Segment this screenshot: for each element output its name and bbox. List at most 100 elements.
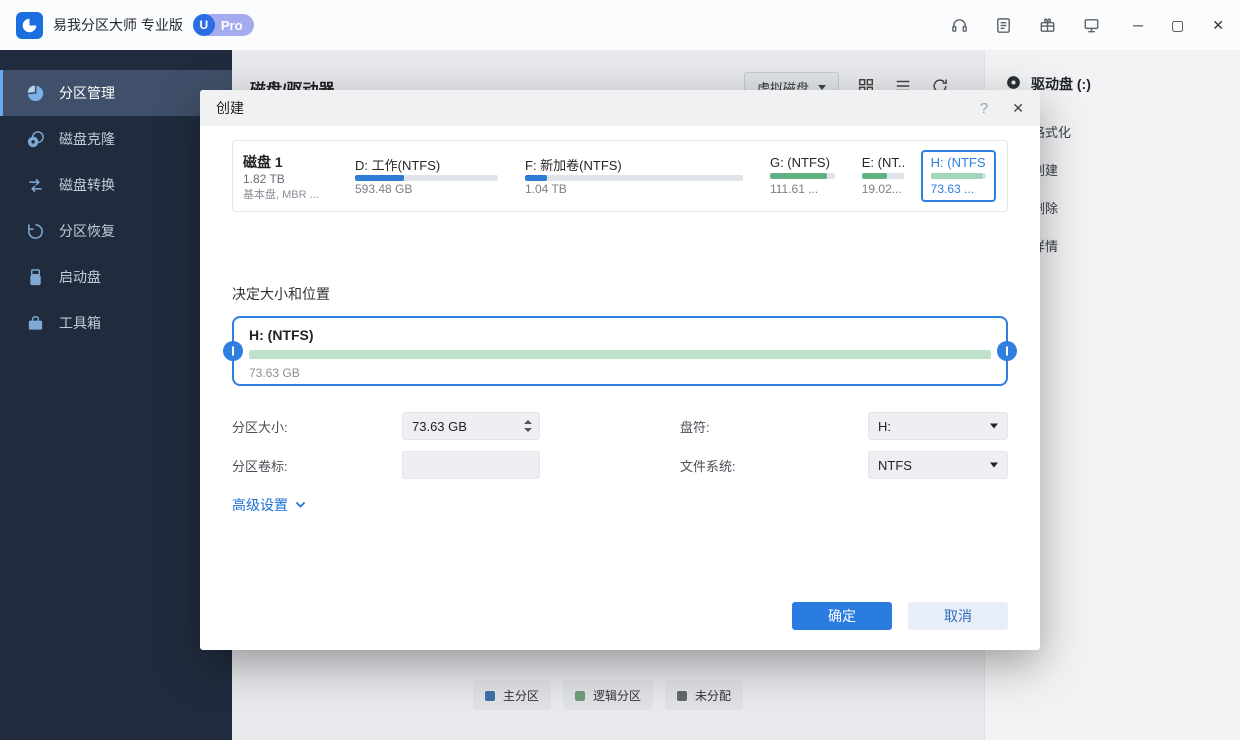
- ok-button[interactable]: 确定: [792, 602, 892, 630]
- app-window: 易我分区大师 专业版 U Pro: [0, 0, 1240, 740]
- disk-info: 磁盘 1 1.82 TB 基本盘, MBR ...: [243, 150, 335, 202]
- app-logo-icon: [16, 12, 43, 39]
- file-system-select[interactable]: NTFS: [868, 451, 1008, 479]
- legend-label: 未分配: [695, 687, 731, 704]
- app-title: 易我分区大师 专业版: [53, 15, 183, 35]
- partition-usage-fill: [862, 173, 887, 179]
- sidebar-item-disk-convert[interactable]: 磁盘转换: [0, 162, 232, 208]
- partition-usage-fill: [931, 173, 983, 179]
- form-row: 分区大小: 73.63 GB 盘符: H:: [232, 412, 1008, 440]
- slider-bar: [249, 350, 991, 359]
- size-position-heading: 决定大小和位置: [232, 284, 1008, 304]
- dialog-header: 创建 ? ✕: [200, 90, 1040, 126]
- chevron-down-icon: [295, 501, 306, 509]
- dialog-close-icon[interactable]: ✕: [1012, 100, 1024, 117]
- titlebar-actions: [949, 15, 1101, 35]
- boot-disk-icon: [25, 267, 45, 287]
- partition-size-value: 73.63 GB: [412, 419, 467, 434]
- sidebar-item-partition-recovery[interactable]: 分区恢复: [0, 208, 232, 254]
- partition-usage-bar: [862, 173, 904, 179]
- chevron-down-icon: [990, 463, 998, 468]
- pro-badge-label: Pro: [221, 18, 243, 33]
- partition-label: G: (NTFS): [770, 155, 835, 170]
- advanced-settings-label: 高级设置: [232, 495, 288, 515]
- partition-cell-e[interactable]: E: (NT... 19.02...: [852, 150, 914, 202]
- sidebar-item-partition-manager[interactable]: 分区管理: [0, 70, 232, 116]
- sidebar-item-toolbox[interactable]: 工具箱: [0, 300, 232, 346]
- sidebar-item-label: 磁盘转换: [59, 175, 115, 195]
- create-form: 分区大小: 73.63 GB 盘符: H:: [232, 412, 1008, 479]
- titlebar: 易我分区大师 专业版 U Pro: [0, 0, 1240, 50]
- support-headset-icon[interactable]: [949, 15, 969, 35]
- recovery-icon: [25, 221, 45, 241]
- drive-letter-value: H:: [878, 419, 891, 434]
- cancel-button[interactable]: 取消: [908, 602, 1008, 630]
- disk-strip: 磁盘 1 1.82 TB 基本盘, MBR ... D: 工作(NTFS) 59…: [232, 140, 1008, 212]
- legend-primary: 主分区: [473, 681, 551, 710]
- partition-usage-fill: [355, 175, 404, 181]
- sidebar-item-label: 分区恢复: [59, 221, 115, 241]
- stepper-down-icon[interactable]: [524, 428, 532, 432]
- partition-cell-g[interactable]: G: (NTFS) 111.61 ...: [760, 150, 845, 202]
- upgrade-logo-icon: U: [193, 14, 215, 36]
- close-icon[interactable]: ✕: [1212, 18, 1224, 32]
- partition-size: 593.48 GB: [355, 182, 498, 196]
- disk-convert-icon: [25, 175, 45, 195]
- sidebar: 分区管理 磁盘克隆 磁盘转换 分区恢复 启动盘: [0, 50, 232, 740]
- sidebar-item-label: 工具箱: [59, 313, 101, 333]
- partition-usage-fill: [770, 173, 827, 179]
- chevron-down-icon: [818, 85, 826, 90]
- stepper-up-icon[interactable]: [524, 420, 532, 424]
- legend-unallocated: 未分配: [665, 681, 743, 710]
- unallocated-color-swatch: [677, 691, 687, 701]
- slider-handle-right[interactable]: [997, 341, 1017, 361]
- minimize-icon[interactable]: ─: [1133, 18, 1143, 32]
- volume-label-input[interactable]: [402, 451, 540, 479]
- file-system-label: 文件系统:: [680, 456, 868, 475]
- partition-cell-f[interactable]: F: 新加卷(NTFS) 1.04 TB: [515, 150, 753, 202]
- partition-usage-bar: [770, 173, 835, 179]
- form-row: 分区卷标: 文件系统: NTFS: [232, 451, 1008, 479]
- volume-label-label: 分区卷标:: [232, 456, 402, 475]
- partition-size-input[interactable]: 73.63 GB: [402, 412, 540, 440]
- slider-handle-left[interactable]: [223, 341, 243, 361]
- dialog-header-actions: ? ✕: [980, 100, 1024, 117]
- disk-name: 磁盘 1: [243, 152, 335, 172]
- dialog-buttons: 确定 取消: [792, 602, 1008, 630]
- slider-size-value: 73.63 GB: [249, 366, 991, 380]
- legend-label: 主分区: [503, 687, 539, 704]
- gift-icon[interactable]: [1037, 15, 1057, 35]
- help-icon[interactable]: ?: [980, 100, 988, 117]
- maximize-icon[interactable]: ▢: [1171, 18, 1184, 32]
- partition-size: 111.61 ...: [770, 182, 835, 196]
- pie-chart-icon: [25, 83, 45, 103]
- disk-type: 基本盘, MBR ...: [243, 186, 335, 200]
- partition-usage-bar: [931, 173, 986, 179]
- advanced-settings-link[interactable]: 高级设置: [232, 495, 306, 515]
- partition-label: D: 工作(NTFS): [355, 155, 498, 174]
- partition-size: 73.63 ...: [931, 182, 986, 196]
- drive-letter-label: 盘符:: [680, 417, 868, 436]
- partition-legend: 主分区 逻辑分区 未分配: [232, 681, 984, 710]
- feedback-icon[interactable]: [993, 15, 1013, 35]
- window-controls: ─ ▢ ✕: [1133, 18, 1224, 32]
- stepper-icons: [524, 420, 532, 432]
- partition-cell-d[interactable]: D: 工作(NTFS) 593.48 GB: [345, 150, 508, 202]
- sidebar-item-boot-disk[interactable]: 启动盘: [0, 254, 232, 300]
- chevron-down-icon: [990, 424, 998, 429]
- sidebar-item-disk-clone[interactable]: 磁盘克隆: [0, 116, 232, 162]
- partition-label: F: 新加卷(NTFS): [525, 155, 743, 174]
- partition-label: E: (NT...: [862, 155, 904, 170]
- dialog-body: 磁盘 1 1.82 TB 基本盘, MBR ... D: 工作(NTFS) 59…: [200, 126, 1040, 650]
- pro-badge[interactable]: U Pro: [193, 14, 254, 36]
- device-download-icon[interactable]: [1081, 15, 1101, 35]
- legend-label: 逻辑分区: [593, 687, 641, 704]
- disk-clone-icon: [25, 129, 45, 149]
- sidebar-item-label: 分区管理: [59, 83, 115, 103]
- file-system-value: NTFS: [878, 458, 912, 473]
- drive-letter-select[interactable]: H:: [868, 412, 1008, 440]
- partition-cell-h[interactable]: H: (NTFS) 73.63 ...: [921, 150, 996, 202]
- partition-usage-fill: [525, 175, 547, 181]
- partition-size-label: 分区大小:: [232, 417, 402, 436]
- logical-color-swatch: [575, 691, 585, 701]
